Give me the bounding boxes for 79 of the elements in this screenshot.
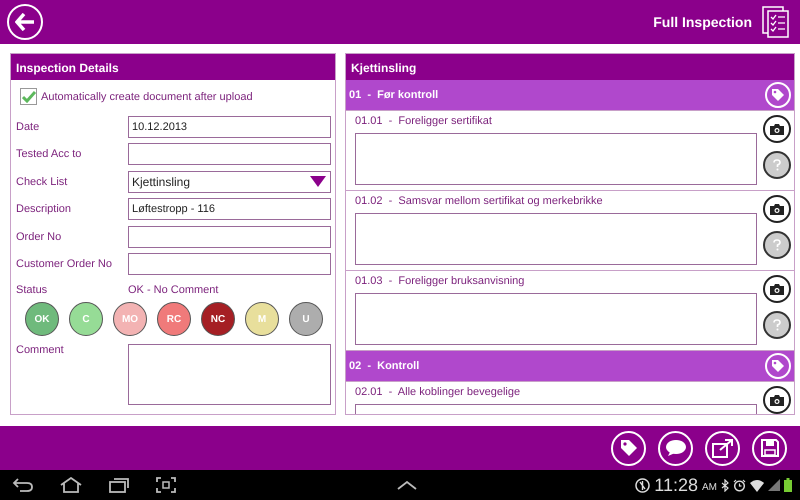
field-label: Date	[16, 120, 40, 133]
save-button[interactable]	[752, 430, 787, 466]
status-button[interactable]: NC	[201, 302, 235, 336]
camera-button[interactable]	[763, 275, 791, 303]
recent-apps-icon[interactable]	[108, 477, 130, 493]
speech-bubble-icon	[664, 439, 686, 457]
checkbox-label: Automatically create document after upload	[41, 90, 253, 102]
status-button[interactable]: MO	[113, 302, 147, 336]
camera-icon	[770, 204, 784, 214]
camera-button[interactable]	[763, 195, 791, 223]
help-button[interactable]	[763, 231, 791, 259]
section-title: 02 - Kontroll	[349, 360, 420, 372]
home-icon[interactable]	[59, 477, 83, 493]
battery-icon	[784, 478, 792, 492]
status-button[interactable]: OK	[25, 302, 59, 336]
camera-button[interactable]	[763, 386, 791, 414]
status-value: OK - No Comment	[128, 284, 218, 296]
input-field[interactable]: Løftestropp - 116	[128, 198, 331, 220]
comment-field[interactable]	[128, 344, 331, 405]
clock-period: AM	[702, 482, 717, 493]
field-label: Description	[16, 203, 72, 216]
question-mark-icon	[773, 159, 781, 171]
field-label: Check List	[16, 176, 68, 188]
left-arrow-icon	[15, 13, 35, 31]
answer-box[interactable]	[355, 133, 757, 185]
alarm-clock-icon	[733, 478, 746, 492]
checklist-dropdown[interactable]: Kjettinsling	[128, 170, 331, 193]
tag-button[interactable]	[765, 82, 791, 108]
input-field[interactable]	[128, 226, 331, 248]
status-button[interactable]: C	[69, 302, 103, 336]
comment-button[interactable]	[658, 430, 693, 466]
screenshot-icon[interactable]	[155, 477, 177, 493]
usb-debug-icon	[635, 478, 650, 492]
camera-icon	[770, 284, 784, 294]
status-button[interactable]: RC	[157, 302, 191, 336]
status-button[interactable]: U	[289, 302, 323, 336]
field-label: Comment	[16, 344, 65, 356]
wifi-icon	[750, 478, 764, 492]
item-title: 02.01 - Alle koblinger bevegelige	[355, 386, 522, 400]
answer-box[interactable]	[355, 213, 757, 265]
answer-box[interactable]	[355, 293, 757, 345]
panel-title: Inspection Details	[11, 54, 335, 80]
signal-icon	[768, 479, 780, 491]
section-title: 01 - Før kontroll	[349, 89, 438, 101]
camera-icon	[770, 124, 784, 134]
open-external-button[interactable]	[705, 430, 740, 466]
field-label: Status	[16, 284, 48, 296]
clock-time: 11:28	[654, 474, 698, 496]
back-icon[interactable]	[12, 477, 34, 493]
screen-title: Full Inspection	[653, 14, 752, 30]
input-field[interactable]	[128, 253, 331, 276]
field-label: Order No	[16, 230, 62, 243]
tag-button[interactable]	[765, 353, 791, 379]
tag-icon	[771, 88, 785, 102]
tag-icon	[618, 438, 638, 458]
item-title: 01.02 - Samsvar mellom sertifikat og merkebrikke	[355, 195, 604, 209]
question-mark-icon	[773, 319, 781, 331]
question-mark-icon	[773, 239, 781, 251]
external-link-icon	[712, 438, 734, 458]
field-label: Customer Order No	[16, 258, 113, 270]
tag-button[interactable]	[611, 430, 646, 466]
status-button[interactable]: M	[245, 302, 279, 336]
up-caret-icon[interactable]	[397, 480, 417, 490]
help-button[interactable]	[763, 311, 791, 339]
checkbox[interactable]	[20, 88, 37, 105]
input-field[interactable]: 10.12.2013	[128, 116, 331, 138]
back-button[interactable]	[7, 4, 43, 40]
camera-icon	[770, 394, 784, 406]
tag-icon	[771, 359, 785, 373]
bluetooth-icon	[721, 478, 729, 492]
panel-title: Kjettinsling	[346, 54, 794, 80]
field-label: Tested Acc to	[16, 148, 82, 160]
item-title: 01.03 - Foreligger bruksanvisning	[355, 275, 526, 289]
help-button[interactable]	[763, 151, 791, 179]
camera-button[interactable]	[763, 115, 791, 143]
item-title: 01.01 - Foreligger sertifikat	[355, 115, 493, 129]
input-field[interactable]	[128, 143, 331, 166]
checklist-document-icon	[762, 6, 790, 38]
dropdown-caret-icon	[310, 176, 326, 188]
